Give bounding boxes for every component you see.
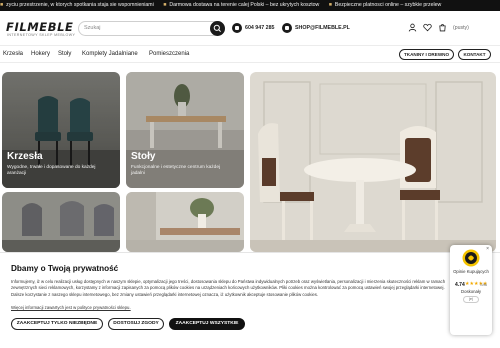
ticker-item: Darmowa dostawa na terenie calej Polski … [169,2,320,8]
consent-text: Informujemy, iż w celu realizacji usług … [11,279,446,297]
privacy-policy-link[interactable]: Więcej informacji zawartych jest w polit… [11,305,131,310]
rating-label: Doskonały [460,289,482,294]
fabrics-button[interactable]: TKANINY I DREWNO [399,49,454,60]
heart-icon[interactable] [423,23,432,32]
phone-icon [232,23,242,33]
sets-photo [126,192,244,252]
stools-photo [2,192,120,252]
category-tile-stoly[interactable]: Stoły Funkcjonalne i estetyczne centrum … [126,72,244,188]
search-button[interactable] [210,21,225,36]
nav-item-hokery[interactable]: Hokery [31,48,50,60]
review-count: /196 [480,283,487,287]
consent-title: Dbamy o Twoją prywatność [11,264,119,273]
category-tile-krzesla[interactable]: Krzesła Wygodne, trwałe i dopasowane do … [2,72,120,188]
contact-button[interactable]: KONTAKT [458,49,491,60]
site-header: FILMEBLE INTERNETOWY SKLEP MEBLOWY Szuka… [0,11,500,45]
ticker-bullet-icon: ■ [328,2,332,8]
accept-necessary-button[interactable]: ZAAKCEPTUJ TYLKO NIEZBĘDNE [11,318,103,330]
logo-tagline: INTERNETOWY SKLEP MEBLOWY [7,33,76,37]
category-tile-komplety[interactable] [126,192,244,252]
dining-set-photo [250,72,496,252]
ticker-item: Bezpieczne platnosci online – szybkie pr… [334,2,442,8]
email-contact[interactable]: SHOP@FILMEBLE.PL [282,23,350,33]
nav-item-pomieszczenia[interactable]: Pomieszczenia [149,48,189,60]
search-input[interactable]: Szukaj [78,21,225,36]
search-icon [213,24,221,32]
nav-item-komplety[interactable]: Komplety Jadalniane [82,48,138,60]
tile-subtitle: Funkcjonalne i estetyczne centrum każdej… [131,165,221,176]
trusted-seal-icon [462,249,480,267]
ticker-bullet-icon: ■ [163,2,167,8]
category-tile-hokery[interactable] [2,192,120,252]
accept-all-button[interactable]: ZAAKCEPTUJ WSZYSTKIE [169,318,245,330]
nav-item-stoly[interactable]: Stoły [58,48,71,60]
trusted-shops-badge[interactable]: × Opinie Kupujących 4.74 ★★★★★ /196 Dosk… [450,245,492,335]
mail-icon [282,23,292,33]
tile-title: Stoły [131,151,156,162]
customize-consents-button[interactable]: DOSTOSUJ ZGODY [108,318,164,330]
ticker-bullet-icon: ■ [0,2,4,8]
phone-contact[interactable]: 604 947 285 [232,23,274,33]
cookie-consent-banner: Dbamy o Twoją prywatność Informujemy, iż… [0,252,500,348]
nav-item-krzesla[interactable]: Krzesła [3,48,23,60]
badge-label: Opinie Kupujących [453,269,489,274]
cart-status[interactable]: (pusty) [453,25,469,31]
badge-toggle[interactable]: (e) [463,296,479,303]
tile-subtitle: Wygodne, trwałe i dopasowane do każdej a… [7,165,96,176]
featured-dining-photo[interactable] [250,72,496,252]
header-actions: (pusty) [408,23,469,32]
announcement-ticker: ■ zyciu przestrzenie, w ktorych spotkania… [0,0,500,11]
cart-icon[interactable] [438,23,447,32]
rating-score: 4.74 [455,282,465,288]
close-icon[interactable]: × [486,246,489,252]
email-address: SHOP@FILMEBLE.PL [295,25,350,31]
tile-title: Krzesła [7,151,43,162]
main-nav: Krzesła Hokery Stoły Komplety Jadalniane… [0,45,500,63]
phone-number: 604 947 285 [245,25,275,31]
ticker-item: zyciu przestrzenie, w ktorych spotkania … [6,2,154,8]
site-logo[interactable]: FILMEBLE [6,20,74,34]
user-icon[interactable] [408,23,417,32]
